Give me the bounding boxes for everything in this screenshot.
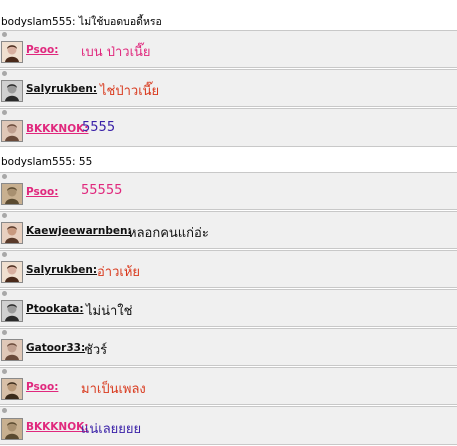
chat-message-row: Kaewjeewarnben: หลอกคนแก่อ่ะ	[0, 211, 457, 249]
bullet-icon	[2, 32, 7, 37]
system-message-text: bodyslam555: ไม่ใช้บอดบอดี้หรอ	[1, 16, 162, 28]
system-message-row: bodyslam555: ไม่ใช้บอดบอดี้หรอ	[0, 10, 457, 29]
avatar-icon[interactable]	[1, 300, 23, 322]
message-text: อ่าวเห้ย	[97, 265, 141, 280]
avatar-icon[interactable]	[1, 41, 23, 63]
chat-message-row: Psoo: มาเป็นเพลง	[0, 367, 457, 405]
avatar-icon[interactable]	[1, 80, 23, 102]
chat-message-row: Ptookata: ไม่น่าใช่	[0, 289, 457, 327]
message-text: ไม่น่าใช่	[86, 304, 133, 319]
chat-message-row: Psoo: 55555	[0, 172, 457, 210]
username-link[interactable]: BKKKNOK:	[26, 421, 88, 433]
bullet-icon	[2, 252, 7, 257]
bullet-icon	[2, 71, 7, 76]
bullet-icon	[2, 213, 7, 218]
username-link[interactable]: Salyrukben:	[26, 83, 97, 95]
chat-message-row: Gatoor33: ชัวร์	[0, 328, 457, 366]
message-text: 5555	[82, 120, 116, 135]
username-link[interactable]: BKKKNOK:	[26, 123, 88, 135]
username-link[interactable]: Psoo:	[26, 381, 58, 393]
message-text: 55555	[81, 183, 123, 198]
username-link[interactable]: Salyrukben:	[26, 264, 97, 276]
system-message-row: bodyslam555: 55	[0, 153, 457, 172]
message-text: มาเป็นเพลง	[81, 382, 146, 397]
avatar-icon[interactable]	[1, 183, 23, 205]
username-link[interactable]: Gatoor33:	[26, 342, 85, 354]
message-text: หลอกคนแก่อ่ะ	[128, 226, 209, 241]
bullet-icon	[2, 330, 7, 335]
avatar-icon[interactable]	[1, 339, 23, 361]
username-link[interactable]: Psoo:	[26, 44, 58, 56]
message-text: ไช่ป่าวเนี๊ย	[100, 84, 160, 99]
chat-message-row: BKKKNOK: 5555	[0, 108, 457, 147]
bullet-icon	[2, 408, 7, 413]
bullet-icon	[2, 174, 7, 179]
username-link[interactable]: Psoo:	[26, 186, 58, 198]
bullet-icon	[2, 291, 7, 296]
chat-message-row: Salyrukben: อ่าวเห้ย	[0, 250, 457, 288]
avatar-icon[interactable]	[1, 120, 23, 142]
username-link[interactable]: Kaewjeewarnben:	[26, 225, 132, 237]
message-text: แน่เลยยยย	[81, 422, 142, 437]
username-link[interactable]: Ptookata:	[26, 303, 84, 315]
avatar-icon[interactable]	[1, 222, 23, 244]
message-text: ชัวร์	[84, 343, 108, 358]
chat-feed[interactable]: bodyslam555: ไม่ใช้บอดบอดี้หรอ Psoo: เบน ป…	[0, 0, 457, 446]
avatar-icon[interactable]	[1, 378, 23, 400]
avatar-icon[interactable]	[1, 261, 23, 283]
chat-message-row: Psoo: เบน ป่าวเนี๊ย	[0, 30, 457, 68]
chat-message-row: BKKKNOK: แน่เลยยยย	[0, 406, 457, 445]
bullet-icon	[2, 369, 7, 374]
avatar-icon[interactable]	[1, 418, 23, 440]
system-message-text: bodyslam555: 55	[1, 156, 93, 168]
message-text: เบน ป่าวเนี๊ย	[81, 45, 151, 60]
bullet-icon	[2, 110, 7, 115]
chat-message-row: Salyrukben: ไช่ป่าวเนี๊ย	[0, 69, 457, 107]
